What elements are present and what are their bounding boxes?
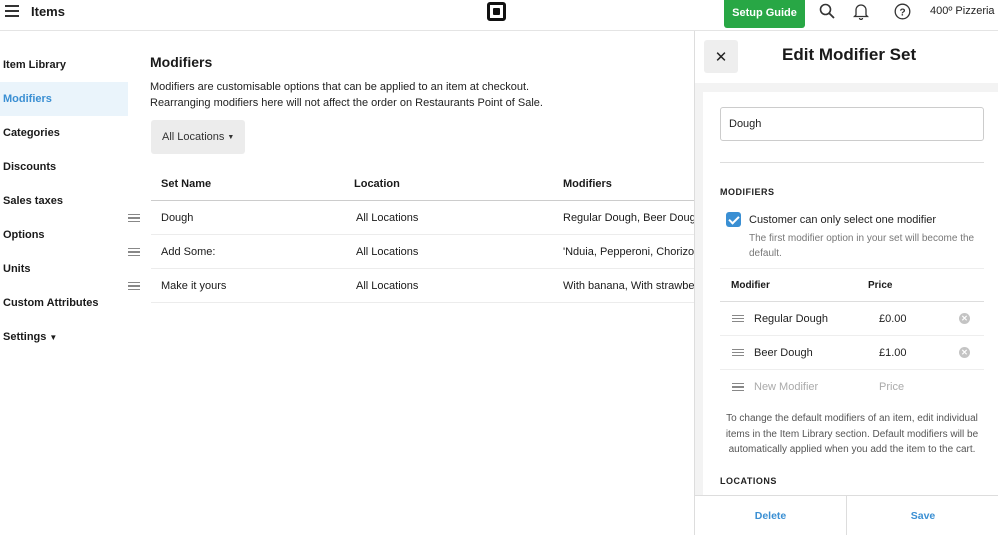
modifier-price[interactable]: £1.00	[879, 347, 959, 359]
sidebar-item-label: Sales taxes	[3, 195, 63, 207]
column-header-modifier: Modifier	[731, 279, 770, 291]
column-header-modifiers[interactable]: Modifiers	[563, 178, 694, 190]
delete-button[interactable]: Delete	[695, 496, 847, 535]
sidebar-item-custom-attributes[interactable]: Custom Attributes	[0, 286, 128, 320]
divider	[720, 162, 984, 163]
cell-modifiers: With banana, With strawberry	[563, 279, 694, 292]
drag-handle-icon[interactable]	[128, 248, 140, 256]
modifier-row: Beer Dough £1.00 ✕	[720, 336, 984, 370]
sidebar-item-label: Discounts	[3, 161, 57, 173]
cell-location: All Locations	[356, 245, 419, 258]
panel-body: MODIFIERS Customer can only select one m…	[703, 92, 998, 495]
column-header-set-name[interactable]: Set Name	[151, 178, 354, 190]
location-filter-label: All Locations	[162, 131, 225, 143]
close-icon: ✕	[714, 48, 728, 66]
single-select-label[interactable]: Customer can only select one modifier	[749, 214, 936, 226]
sidebar-item-label: Custom Attributes	[3, 297, 99, 309]
modifier-name[interactable]: Regular Dough	[754, 313, 879, 325]
cell-location: All Locations	[356, 279, 419, 292]
edit-modifier-set-panel: ✕ Edit Modifier Set MODIFIERS Customer c…	[694, 31, 998, 535]
help-icon[interactable]: ?	[893, 2, 911, 20]
new-modifier-row: New Modifier Price	[720, 370, 984, 404]
sidebar-item-units[interactable]: Units	[0, 252, 128, 286]
remove-icon[interactable]: ✕	[959, 313, 970, 324]
new-modifier-price-input[interactable]: Price	[879, 381, 959, 393]
modifier-table-header: Modifier Price	[720, 268, 984, 302]
panel-header: ✕ Edit Modifier Set	[695, 31, 998, 83]
description-line: Modifiers are customisable options that …	[150, 81, 530, 93]
setup-guide-button[interactable]: Setup Guide	[724, 0, 805, 28]
sidebar-item-modifiers[interactable]: Modifiers	[0, 82, 128, 116]
new-modifier-input[interactable]: New Modifier	[754, 381, 879, 393]
single-select-help: The first modifier option in your set wi…	[749, 233, 975, 259]
square-logo-icon[interactable]	[487, 2, 506, 21]
description-line: Rearranging modifiers here will not affe…	[150, 97, 543, 109]
cell-set-name: Add Some:	[161, 245, 216, 258]
sidebar-item-discounts[interactable]: Discounts	[0, 150, 128, 184]
sidebar-item-label: Item Library	[3, 59, 66, 71]
panel-title: Edit Modifier Set	[782, 45, 917, 64]
svg-text:?: ?	[899, 7, 905, 18]
location-filter-dropdown[interactable]: All Locations ▼	[151, 120, 245, 154]
sidebar-item-label: Settings	[3, 331, 47, 343]
column-header-location[interactable]: Location	[354, 178, 563, 190]
modifier-price[interactable]: £0.00	[879, 313, 959, 325]
table-row[interactable]: Make it yours All Locations With banana,…	[128, 269, 696, 303]
page-title: Modifiers	[150, 54, 213, 70]
merchant-name[interactable]: 400º Pizzeria	[930, 5, 995, 17]
sidebar-item-label: Units	[3, 263, 31, 275]
chevron-down-icon: ▼	[227, 133, 235, 141]
sidebar-item-label: Categories	[3, 127, 60, 139]
modifier-set-name-input[interactable]	[720, 107, 984, 141]
drag-handle-icon[interactable]	[128, 282, 140, 290]
cell-set-name: Make it yours	[161, 279, 227, 292]
sidebar-item-label: Modifiers	[3, 93, 52, 105]
cell-modifiers: Regular Dough, Beer Dough	[563, 211, 694, 224]
drag-handle-icon[interactable]	[732, 348, 744, 357]
remove-icon[interactable]: ✕	[959, 347, 970, 358]
drag-handle-icon[interactable]	[732, 314, 744, 323]
cell-modifiers: 'Nduia, Pepperoni, Chorizo	[563, 245, 694, 258]
sidebar-item-item-library[interactable]: Item Library	[0, 48, 128, 82]
drag-handle-icon	[732, 383, 744, 391]
single-select-checkbox[interactable]	[726, 212, 741, 227]
close-button[interactable]: ✕	[704, 40, 738, 73]
chevron-down-icon: ▼	[49, 332, 58, 342]
table-row[interactable]: Dough All Locations Regular Dough, Beer …	[128, 201, 696, 235]
app-title: Items	[31, 4, 65, 19]
sidebar-item-sales-taxes[interactable]: Sales taxes	[0, 184, 128, 218]
panel-footer: Delete Save	[695, 495, 998, 535]
sidebar-nav: Item Library Modifiers Categories Discou…	[0, 48, 128, 354]
page-description: Modifiers are customisable options that …	[150, 79, 690, 111]
save-button[interactable]: Save	[847, 496, 998, 535]
cell-location: All Locations	[356, 211, 419, 224]
modifiers-section-label: MODIFIERS	[720, 187, 775, 197]
sidebar-item-label: Options	[3, 229, 45, 241]
sidebar-item-categories[interactable]: Categories	[0, 116, 128, 150]
table-row[interactable]: Add Some: All Locations 'Nduia, Pepperon…	[128, 235, 696, 269]
cell-set-name: Dough	[161, 211, 194, 224]
column-header-price: Price	[868, 279, 893, 291]
modifier-name[interactable]: Beer Dough	[754, 347, 879, 359]
locations-section-label: LOCATIONS	[720, 476, 777, 486]
sidebar-item-options[interactable]: Options	[0, 218, 128, 252]
top-bar: Items Setup Guide ? 400º Pizzeria	[0, 0, 998, 31]
table-header: Set Name Location Modifiers	[151, 167, 696, 201]
search-icon[interactable]	[818, 2, 836, 20]
modifier-row: Regular Dough £0.00 ✕	[720, 302, 984, 336]
bell-icon[interactable]	[852, 2, 870, 20]
drag-handle-icon[interactable]	[128, 214, 140, 222]
hamburger-menu-icon[interactable]	[5, 5, 19, 17]
default-modifiers-note: To change the default modifiers of an it…	[725, 413, 979, 456]
sidebar-item-settings[interactable]: Settings ▼	[0, 320, 128, 354]
modifier-sets-table: Set Name Location Modifiers Dough All Lo…	[128, 167, 696, 303]
